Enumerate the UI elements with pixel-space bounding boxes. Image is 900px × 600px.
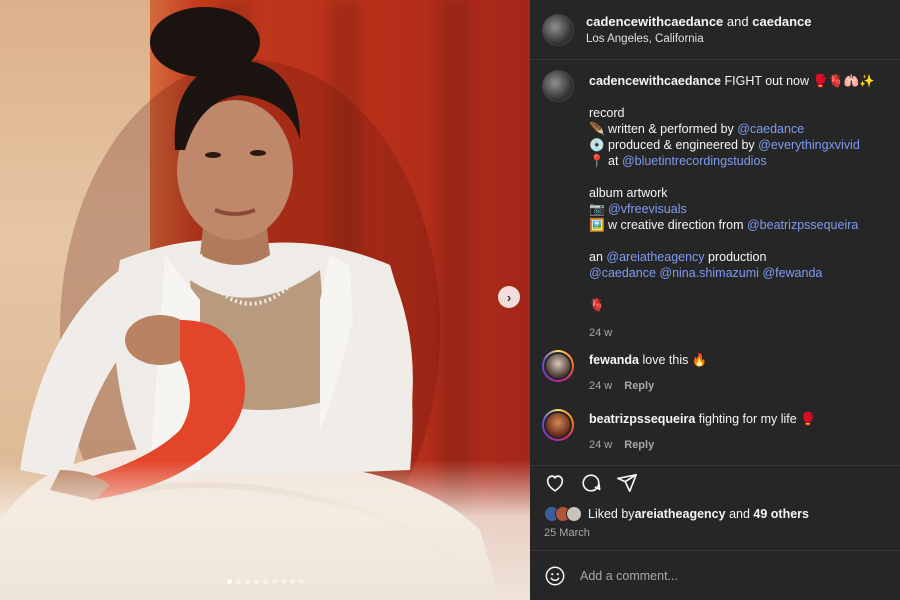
- caption-author[interactable]: cadencewithcaedance: [589, 74, 721, 88]
- caption-text: 🪶 written & performed by: [589, 122, 738, 136]
- commenter-avatar[interactable]: [542, 409, 574, 441]
- carousel-dot[interactable]: [280, 579, 286, 584]
- comment-text: love this 🔥: [639, 353, 708, 367]
- chevron-right-icon: ›: [506, 289, 512, 305]
- comment-item: beatrizpssequeira fighting for my life 🥊…: [542, 409, 892, 451]
- carousel-dot[interactable]: [244, 579, 250, 584]
- caption-text: 🖼️ w creative direction from: [589, 218, 747, 232]
- carousel-dot[interactable]: [298, 579, 304, 584]
- mention-link[interactable]: @beatrizpssequeira: [747, 218, 858, 232]
- carousel-dot[interactable]: [289, 579, 295, 584]
- mention-link[interactable]: @vfreevisuals: [608, 202, 687, 216]
- smiley-icon[interactable]: [544, 565, 566, 587]
- caption-timestamp[interactable]: 24 w: [589, 325, 892, 341]
- commenter-username[interactable]: beatrizpssequeira: [589, 412, 695, 426]
- author-avatar[interactable]: [542, 13, 574, 46]
- liker-username[interactable]: areiatheagency: [635, 507, 726, 521]
- mention-link[interactable]: @caedance: [589, 266, 656, 280]
- mention-link[interactable]: @caedance: [737, 122, 804, 136]
- caption-avatar[interactable]: [542, 70, 574, 102]
- likes-prefix: Liked by: [588, 507, 635, 521]
- post-side-panel: cadencewithcaedance and caedance Los Ang…: [530, 0, 900, 600]
- caption-text: 💿 produced & engineered by: [589, 138, 759, 152]
- instagram-post-view: › cadencewithcaedance and caedance Los A…: [0, 0, 900, 600]
- caption-closing-emoji: 🫀: [589, 298, 605, 312]
- heart-icon[interactable]: [544, 472, 566, 494]
- carousel-dot[interactable]: [226, 579, 232, 584]
- caption-text: production: [704, 250, 767, 264]
- caption-text: 📍 at: [589, 154, 622, 168]
- reply-button[interactable]: Reply: [624, 439, 654, 451]
- post-actions: [530, 465, 900, 497]
- reply-button[interactable]: Reply: [624, 380, 654, 392]
- author-username[interactable]: cadencewithcaedance: [586, 14, 723, 29]
- mention-link[interactable]: @bluetintrecordingstudios: [622, 154, 767, 168]
- post-photo[interactable]: ›: [0, 0, 530, 600]
- mention-link[interactable]: @everythingxvivid: [758, 138, 860, 152]
- likes-summary: Liked by areiatheagency and 49 others: [544, 506, 809, 522]
- post-header: cadencewithcaedance and caedance Los Ang…: [530, 0, 900, 60]
- caption-text: FIGHT out now 🥊🫀🫁✨: [721, 74, 875, 88]
- carousel-dot[interactable]: [271, 579, 277, 584]
- comment-item: fewanda love this 🔥 24 w Reply: [542, 350, 892, 392]
- collab-joiner: and: [726, 14, 749, 29]
- caption-text: an: [589, 250, 607, 264]
- artwork-heading: album artwork: [589, 186, 668, 200]
- mention-link[interactable]: @fewanda: [762, 266, 822, 280]
- liker-avatar: [566, 506, 582, 522]
- likes-others-link[interactable]: 49 others: [753, 507, 809, 521]
- caption-text: 📷: [589, 202, 609, 216]
- speech-bubble-icon[interactable]: [580, 472, 602, 494]
- commenter-avatar[interactable]: [542, 350, 574, 382]
- commenter-username[interactable]: fewanda: [589, 353, 639, 367]
- carousel-dot[interactable]: [262, 579, 268, 584]
- carousel-dot[interactable]: [253, 579, 259, 584]
- carousel-indicator: [0, 579, 530, 584]
- paper-plane-icon[interactable]: [616, 472, 638, 494]
- location-link[interactable]: Los Angeles, California: [586, 33, 812, 45]
- carousel-next-button[interactable]: ›: [498, 286, 520, 308]
- caption: cadencewithcaedance FIGHT out now 🥊🫀🫁✨ r…: [542, 70, 892, 341]
- collaborator-username[interactable]: caedance: [752, 14, 811, 29]
- likes-joiner: and: [725, 507, 754, 521]
- mention-link[interactable]: @nina.shimazumi: [659, 266, 759, 280]
- comment-text: fighting for my life 🥊: [695, 412, 816, 426]
- add-comment-bar: [530, 550, 900, 600]
- carousel-dot[interactable]: [235, 579, 241, 584]
- record-heading: record: [589, 106, 625, 120]
- mention-link[interactable]: @areiatheagency: [606, 250, 704, 264]
- add-comment-input[interactable]: [580, 568, 880, 583]
- comment-timestamp[interactable]: 24 w: [589, 380, 612, 392]
- comment-timestamp[interactable]: 24 w: [589, 439, 612, 451]
- post-date: 25 March: [544, 527, 590, 539]
- liker-avatars: [544, 506, 582, 522]
